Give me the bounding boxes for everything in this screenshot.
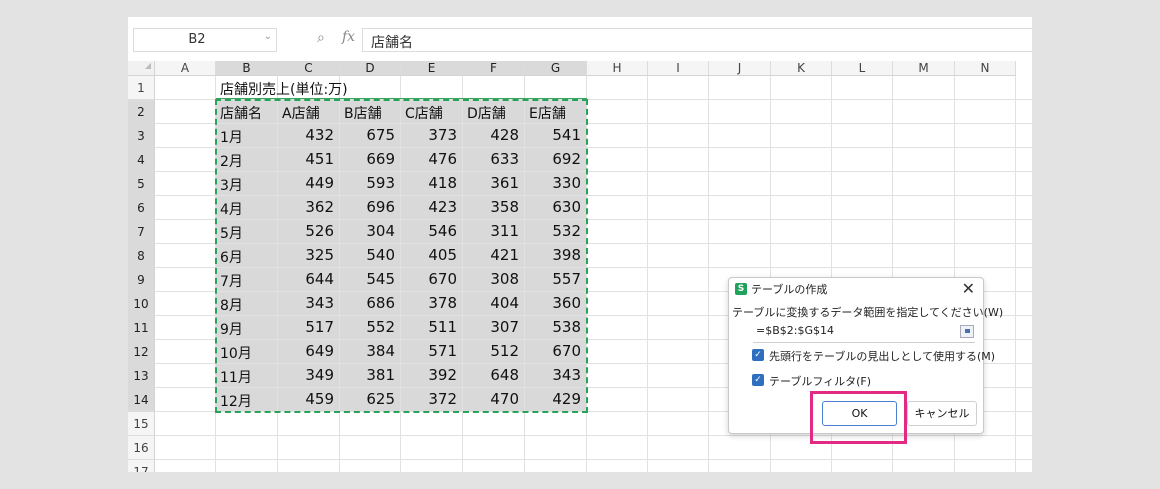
table-filter-label: テーブルフィルタ(F) (769, 375, 872, 388)
row-header-14[interactable]: 14 (128, 388, 155, 412)
formula-input[interactable]: 店舗名 (362, 28, 1032, 52)
row-header-17[interactable]: 17 (128, 460, 155, 472)
range-input-value: =$B$2:$G$14 (756, 324, 834, 337)
column-header-n[interactable]: N (955, 61, 1016, 76)
column-header-e[interactable]: E (401, 61, 463, 76)
name-box[interactable]: B2 ⌄ (133, 28, 277, 52)
dialog-prompt: テーブルに変換するデータ範囲を指定してください(W) (732, 306, 1004, 319)
column-header-d[interactable]: D (340, 61, 401, 76)
table-filter-checkbox[interactable]: ✓ (752, 374, 764, 386)
row-header-4[interactable]: 4 (128, 148, 155, 172)
header-row-label: 先頭行をテーブルの見出しとして使用する(M) (769, 350, 996, 363)
row-header-12[interactable]: 12 (128, 340, 155, 364)
row-header-5[interactable]: 5 (128, 172, 155, 196)
function-icon[interactable]: fx (342, 29, 355, 45)
row-header-15[interactable]: 15 (128, 412, 155, 436)
cancel-button[interactable]: キャンセル (907, 401, 977, 426)
row-header-3[interactable]: 3 (128, 124, 155, 148)
range-input[interactable]: =$B$2:$G$14 (753, 322, 975, 343)
column-header-i[interactable]: I (648, 61, 709, 76)
row-header-6[interactable]: 6 (128, 196, 155, 220)
range-select-icon[interactable] (960, 325, 974, 338)
column-header-g[interactable]: G (525, 61, 587, 76)
row-header-16[interactable]: 16 (128, 436, 155, 460)
column-header-b[interactable]: B (216, 61, 278, 76)
column-header-j[interactable]: J (709, 61, 771, 76)
select-all-corner[interactable]: ◢ (128, 61, 155, 76)
name-box-value: B2 (188, 32, 206, 47)
table-title[interactable]: 店舗別売上(単位:万) (220, 79, 348, 99)
grid-line-vertical (1015, 76, 1016, 472)
grid-line-vertical (647, 76, 648, 472)
row-header-10[interactable]: 10 (128, 292, 155, 316)
column-header-c[interactable]: C (278, 61, 340, 76)
selection-marquee (215, 99, 588, 413)
zoom-icon[interactable]: ⌕ (317, 30, 325, 46)
highlight-box (810, 391, 907, 444)
column-header-f[interactable]: F (463, 61, 525, 76)
row-header-8[interactable]: 8 (128, 244, 155, 268)
chevron-down-icon[interactable]: ⌄ (264, 31, 272, 42)
row-header-13[interactable]: 13 (128, 364, 155, 388)
column-header-k[interactable]: K (771, 61, 832, 76)
app-logo-icon: S (735, 283, 747, 295)
row-header-2[interactable]: 2 (128, 100, 155, 124)
formula-bar: B2 ⌄ ⌕ fx 店舗名 (128, 17, 1032, 61)
column-header-m[interactable]: M (893, 61, 955, 76)
column-header-l[interactable]: L (832, 61, 893, 76)
formula-value: 店舗名 (371, 35, 413, 51)
row-header-1[interactable]: 1 (128, 76, 155, 100)
triangle-icon: ◢ (144, 61, 151, 70)
header-row-checkbox[interactable]: ✓ (752, 349, 764, 361)
row-header-11[interactable]: 11 (128, 316, 155, 340)
grid-line-horizontal (155, 459, 1032, 460)
column-header-h[interactable]: H (587, 61, 648, 76)
dialog-title: テーブルの作成 (751, 283, 828, 296)
close-icon[interactable]: ✕ (962, 279, 975, 298)
column-header-a[interactable]: A (155, 61, 216, 76)
row-header-9[interactable]: 9 (128, 268, 155, 292)
grid-line-vertical (708, 76, 709, 472)
row-header-7[interactable]: 7 (128, 220, 155, 244)
